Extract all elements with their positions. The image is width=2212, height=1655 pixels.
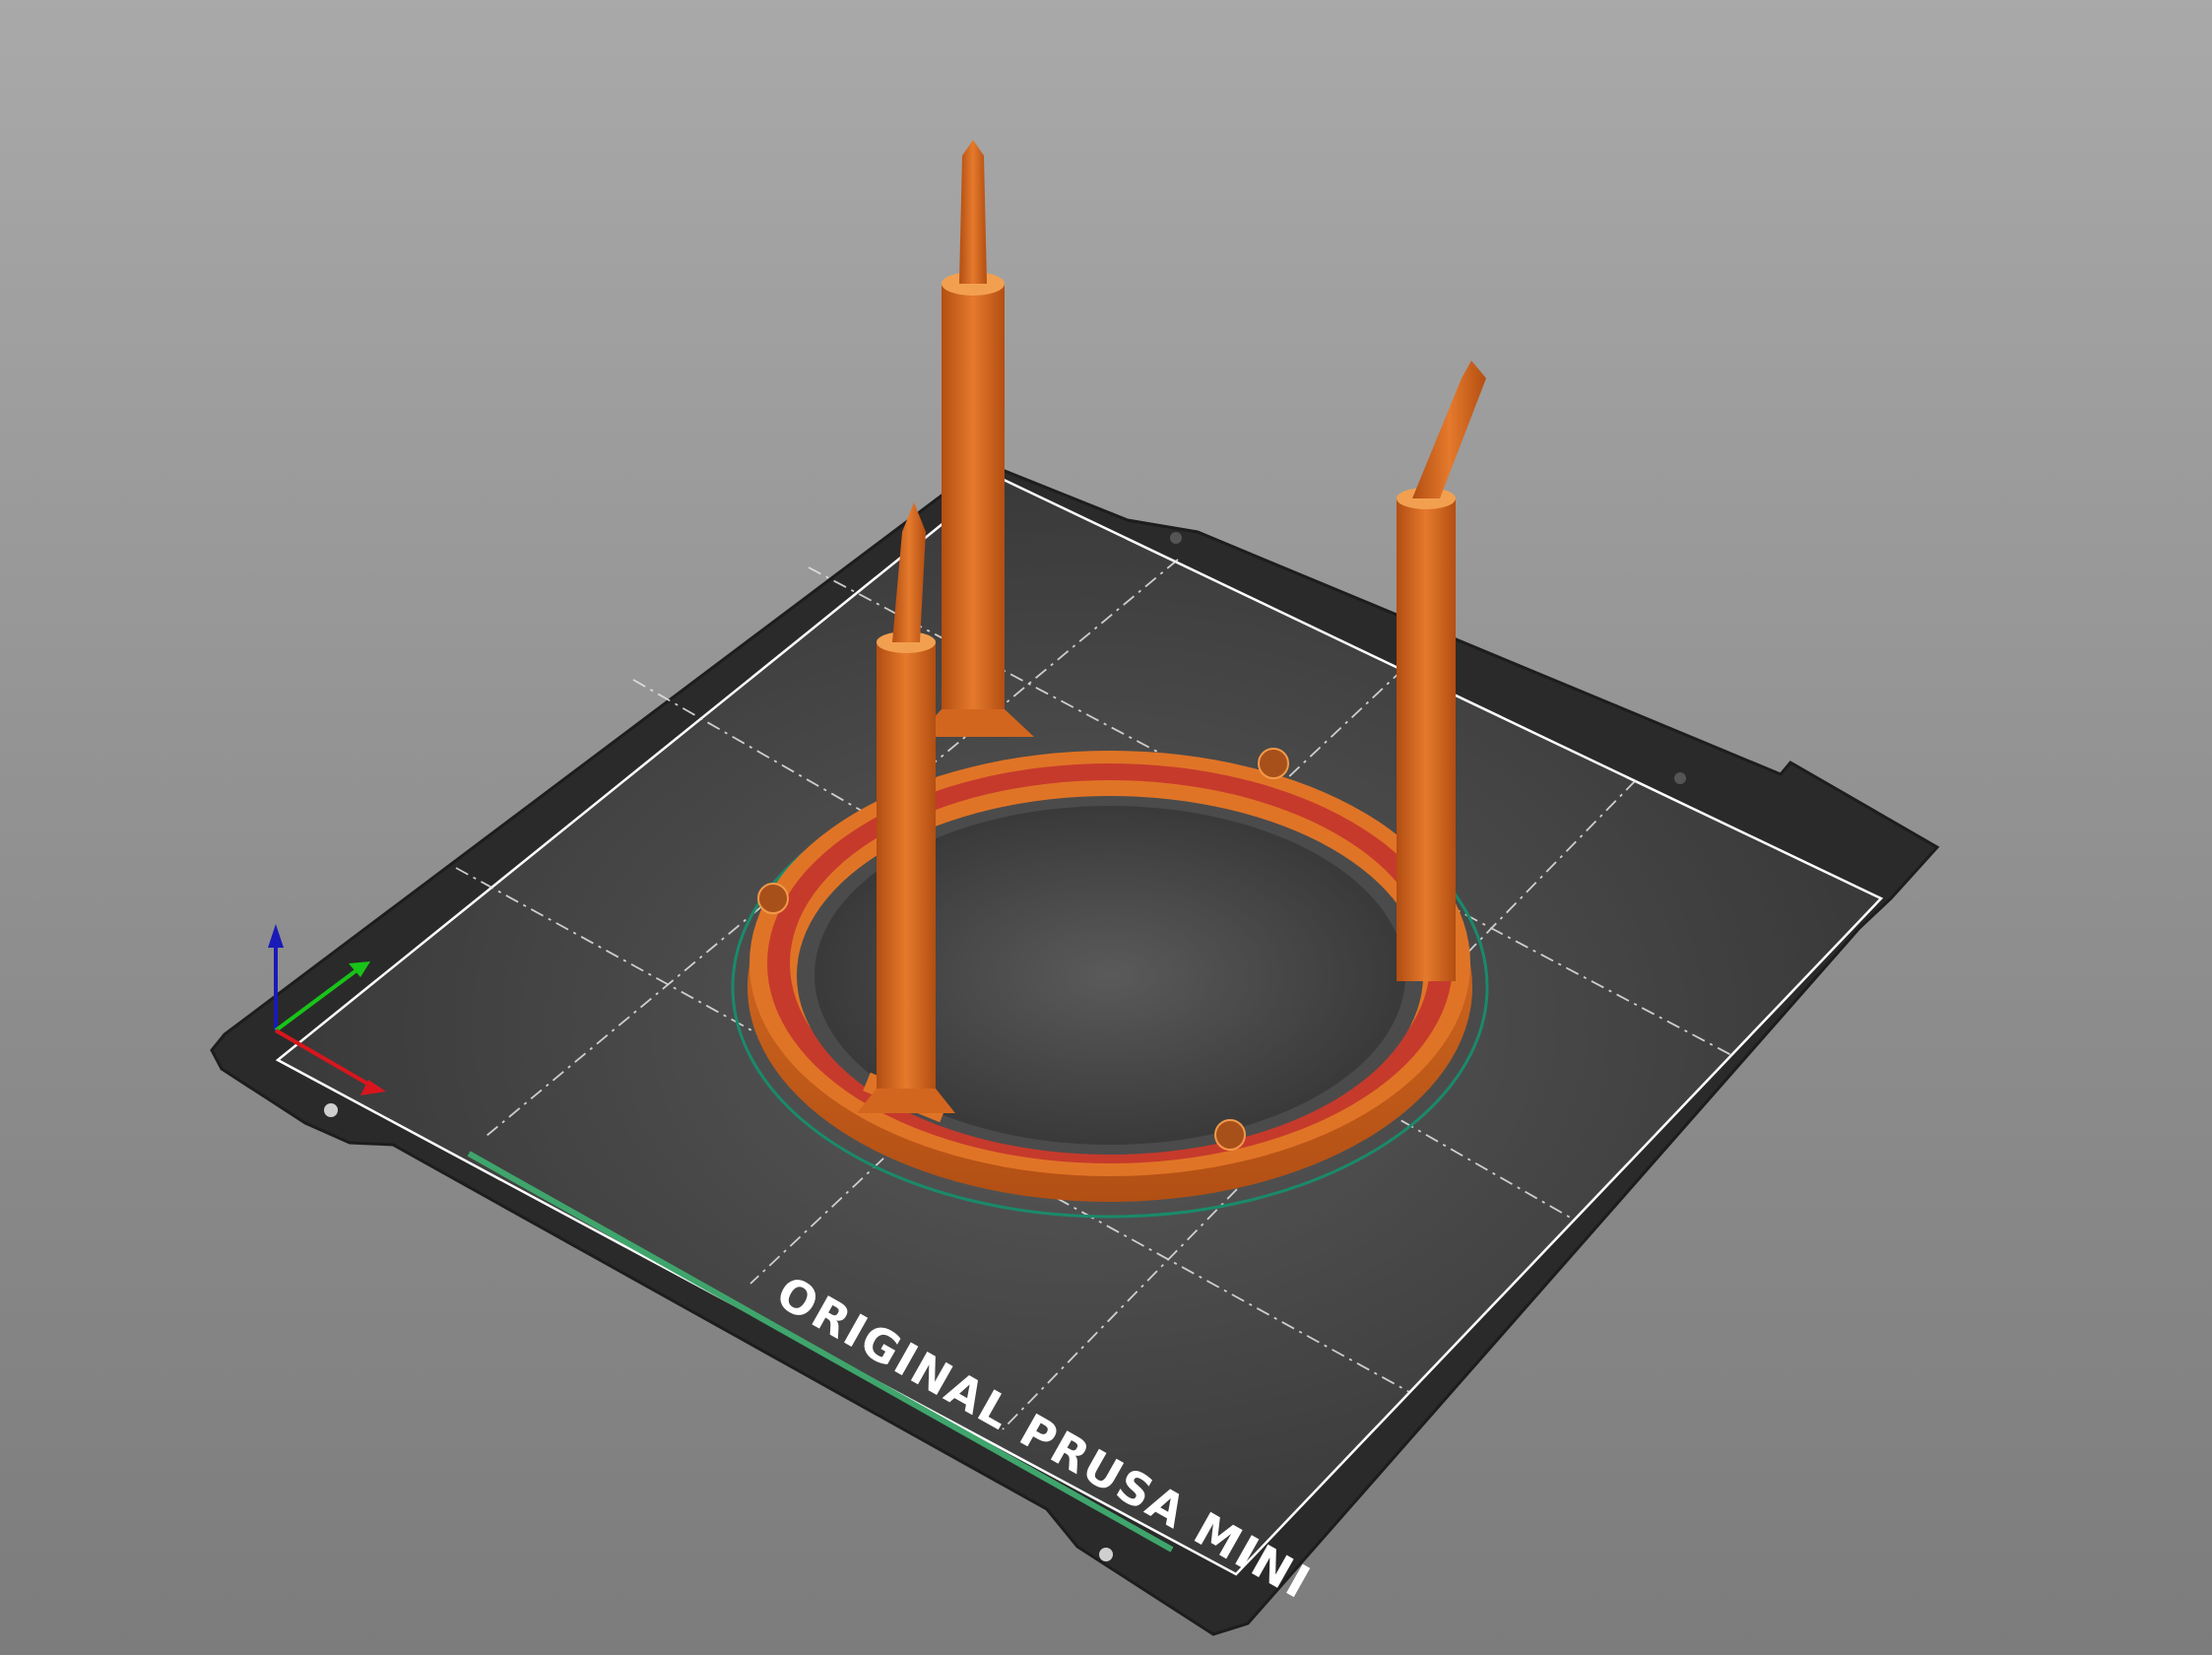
bed-mount-hole [1170,532,1182,544]
bed-mount-hole [1674,772,1686,784]
bed-mount-hole [324,1103,338,1117]
ring-hole [1214,1119,1246,1151]
ring-hole [1258,748,1289,779]
3d-scene[interactable]: ORIGINAL PRUSA MINI [0,0,2212,1655]
model-ring[interactable] [748,748,1472,1202]
3d-viewport[interactable]: ORIGINAL PRUSA MINI [0,0,2212,1655]
bed-mount-hole [1099,1548,1113,1561]
ring-hole [757,883,789,914]
